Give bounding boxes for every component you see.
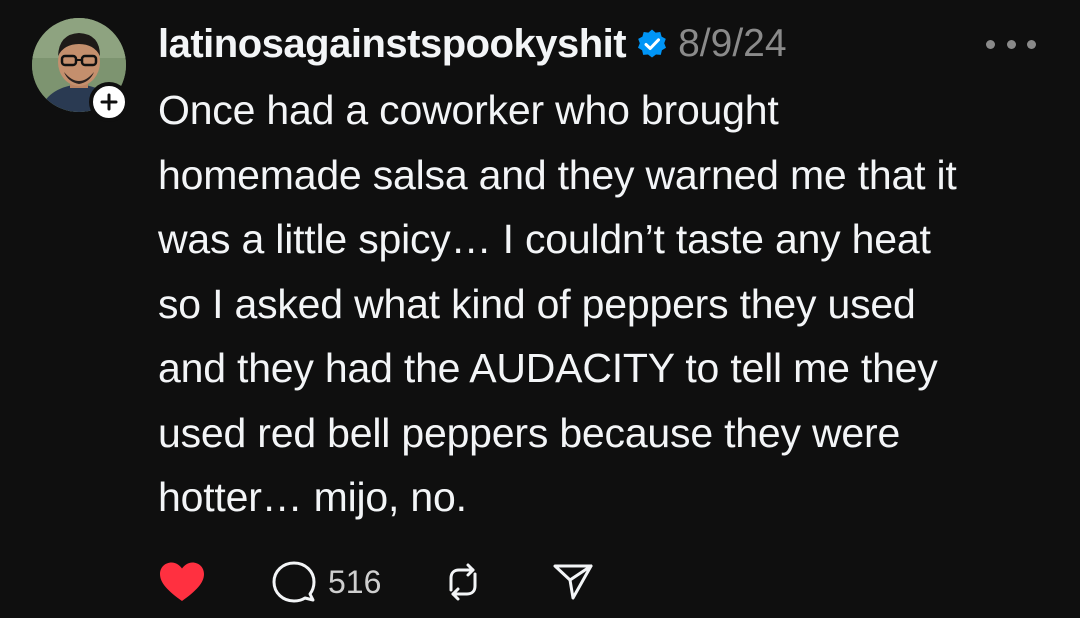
share-button[interactable] xyxy=(551,560,595,604)
verified-badge-icon xyxy=(636,28,668,60)
plus-icon xyxy=(100,93,118,111)
follow-button[interactable] xyxy=(89,82,129,122)
repost-icon xyxy=(449,563,477,601)
heart-icon xyxy=(160,562,204,601)
post-actions: 516 xyxy=(158,556,653,608)
more-horizontal-icon xyxy=(1006,39,1016,49)
post-header: latinosagainstspookyshit 8/9/24 xyxy=(158,18,787,70)
post-text: Once had a coworker who brought homemade… xyxy=(158,87,957,520)
like-button[interactable] xyxy=(158,561,206,603)
more-horizontal-icon xyxy=(1027,39,1036,49)
username[interactable]: latinosagainstspookyshit xyxy=(158,22,627,67)
post-date: 8/9/24 xyxy=(678,22,787,65)
send-icon xyxy=(553,564,593,600)
repost-button[interactable] xyxy=(441,560,485,604)
reply-count: 516 xyxy=(328,563,382,600)
avatar-container[interactable] xyxy=(32,18,129,122)
reply-button[interactable]: 516 xyxy=(272,560,381,604)
comment-bubble-icon xyxy=(272,561,316,603)
thread-post: latinosagainstspookyshit 8/9/24 Once had… xyxy=(0,0,1080,618)
more-options-button[interactable] xyxy=(986,34,1036,54)
more-horizontal-icon xyxy=(986,39,995,49)
